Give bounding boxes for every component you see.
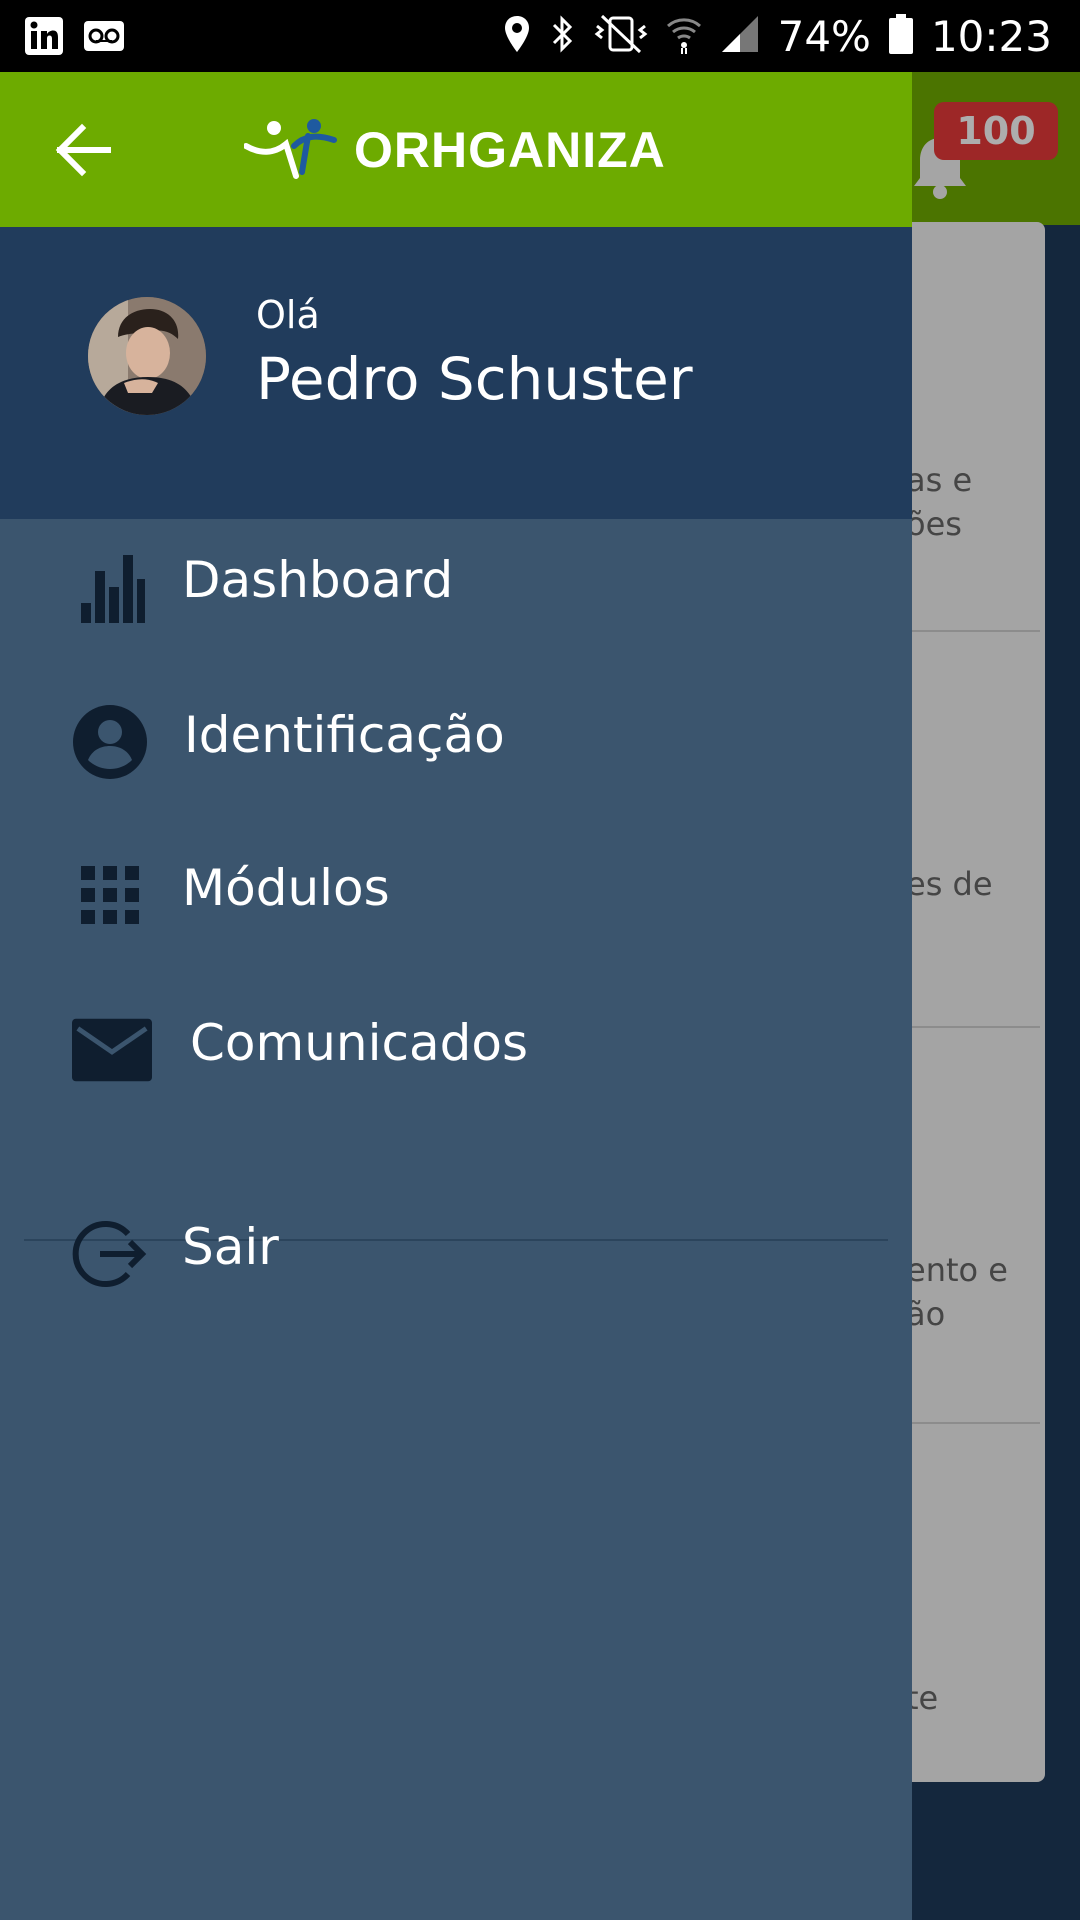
user-name: Pedro Schuster <box>256 345 693 413</box>
grid-icon <box>70 855 150 935</box>
voicemail-icon <box>84 21 124 55</box>
back-arrow-icon[interactable] <box>48 122 120 178</box>
drawer-header: ORHGANIZA <box>0 72 912 227</box>
bar-chart-icon <box>70 547 150 627</box>
menu-label: Comunicados <box>190 1014 528 1072</box>
bluetooth-icon <box>550 14 576 58</box>
logout-icon <box>70 1214 150 1294</box>
menu-item-dashboard[interactable]: Dashboard <box>0 519 912 649</box>
linkedin-icon <box>24 16 64 60</box>
menu-item-modulos[interactable]: Módulos <box>0 827 912 957</box>
menu-item-identificacao[interactable]: Identificação <box>0 674 912 804</box>
menu-item-sair[interactable]: Sair <box>0 1186 912 1316</box>
status-bar: 74% 10:23 <box>0 0 1080 72</box>
brand-name: ORHGANIZA <box>354 122 666 178</box>
menu-item-comunicados[interactable]: Comunicados <box>0 982 912 1112</box>
account-circle-icon <box>70 702 150 782</box>
greeting: Olá <box>256 293 320 337</box>
menu-label: Módulos <box>182 859 390 917</box>
app-logo: ORHGANIZA <box>243 116 666 184</box>
wifi-icon <box>666 14 702 58</box>
avatar[interactable] <box>88 297 206 415</box>
location-icon <box>502 14 532 58</box>
battery-percent: 74% <box>777 11 871 61</box>
signal-icon <box>720 14 760 58</box>
menu-label: Sair <box>182 1218 279 1276</box>
mail-icon <box>72 1010 152 1090</box>
user-profile: Olá Pedro Schuster <box>0 227 912 519</box>
navigation-drawer: ORHGANIZA Olá Pedro Schuster Dashboard I… <box>0 72 912 1920</box>
logo-figures-icon <box>243 116 340 184</box>
clock: 10:23 <box>930 11 1052 61</box>
vibrate-icon <box>594 14 648 58</box>
battery-icon <box>888 14 913 58</box>
menu-label: Identificação <box>184 706 505 764</box>
menu-label: Dashboard <box>182 551 454 609</box>
